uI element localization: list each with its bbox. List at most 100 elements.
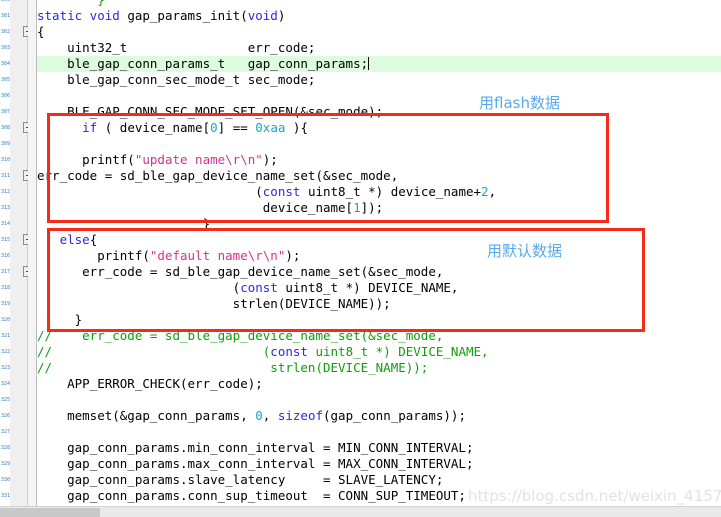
line-number: 317 (1, 269, 10, 275)
code-token-plain: memset(&gap_conn_params, (37, 408, 256, 423)
line-number: 329 (1, 461, 10, 467)
code-token-plain: uint8_t *) DEVICE_NAME, (277, 280, 459, 295)
code-line[interactable]: } (37, 216, 211, 232)
code-line[interactable]: gap_conn_params.conn_sup_timeout = CONN_… (37, 488, 466, 504)
code-token-num: 1 (353, 200, 361, 215)
code-token-plain: APP_ERROR_CHECK(err_code); (37, 376, 263, 391)
code-token-plain: ){ (285, 120, 308, 135)
code-line[interactable]: ble_gap_conn_sec_mode_t sec_mode; (37, 72, 315, 88)
horizontal-scrollbar-thumb[interactable] (0, 508, 100, 517)
code-line[interactable]: APP_ERROR_CHECK(err_code); (37, 376, 263, 392)
code-token-str: "default name\r\n" (149, 248, 286, 263)
line-number: 327 (1, 429, 10, 435)
code-token-plain: ( (37, 280, 241, 295)
code-token-plain: , (488, 184, 497, 199)
code-token-plain: strlen(DEVICE_NAME)); (37, 296, 391, 311)
code-line[interactable]: } (37, 0, 105, 8)
code-line[interactable]: device_name[1]); (37, 200, 383, 216)
code-line[interactable]: (const uint8_t *) DEVICE_NAME, (37, 280, 459, 296)
line-number: 318 (1, 285, 10, 291)
code-line[interactable]: BLE_GAP_CONN_SEC_MODE_SET_OPEN(&sec_mode… (37, 104, 383, 120)
code-token-plain: , (262, 408, 278, 423)
code-token-kw: const (262, 184, 301, 199)
code-line[interactable]: uint32_t err_code; (37, 40, 315, 56)
code-token-plain: } (37, 216, 211, 231)
line-number: 314 (1, 221, 10, 227)
code-line[interactable]: err_code = sd_ble_gap_device_name_set(&s… (37, 264, 443, 280)
line-number: 324 (1, 381, 10, 387)
code-token-kw: else (59, 232, 90, 247)
code-line[interactable]: // err_code = sd_ble_gap_device_name_set… (37, 328, 443, 344)
code-line[interactable]: // strlen(DEVICE_NAME)); (37, 360, 428, 376)
code-line[interactable]: strlen(DEVICE_NAME)); (37, 296, 391, 312)
code-token-plain: (gap_conn_params)); (323, 408, 466, 423)
code-token-plain: BLE_GAP_CONN_SEC_MODE_SET_OPEN(&sec_mode… (37, 104, 384, 119)
code-token-plain: ]); (360, 200, 384, 215)
code-line[interactable]: gap_conn_params.min_conn_interval = MIN_… (37, 440, 473, 456)
code-token-plain: uint32_t err_code; (37, 40, 316, 55)
code-token-plain: ] == (217, 120, 256, 135)
code-folding-gutter[interactable] (10, 0, 34, 517)
code-line[interactable]: } (37, 312, 83, 328)
code-token-kw: void (247, 8, 278, 23)
code-token-plain: ble_gap_conn_sec_mode_t sec_mode; (37, 72, 316, 87)
line-number: 316 (1, 253, 10, 259)
code-token-plain: ( device_name[ (97, 120, 211, 135)
code-token-plain: ( (37, 184, 263, 199)
code-token-plain: err_code = sd_ble_gap_device_name_set(&s… (37, 264, 444, 279)
line-number: 301 (1, 13, 10, 19)
line-number: 322 (1, 349, 10, 355)
line-number: 300 (1, 0, 10, 3)
code-token-plain: ); (285, 248, 301, 263)
code-line[interactable]: // (const uint8_t *) DEVICE_NAME, (37, 344, 489, 360)
line-number: 325 (1, 397, 10, 403)
line-number: 309 (1, 141, 10, 147)
line-number: 310 (1, 157, 10, 163)
code-token-plain: gap_conn_params.max_conn_interval = MAX_… (37, 456, 474, 471)
code-token-plain: uint8_t *) device_name+ (300, 184, 482, 199)
line-number: 308 (1, 125, 10, 131)
line-number: 330 (1, 477, 10, 483)
code-line[interactable]: { (37, 24, 45, 40)
code-text-area[interactable]: }static void gap_params_init(void){ uint… (37, 0, 721, 517)
code-token-kw: const (240, 280, 278, 295)
code-token-plain: { (37, 24, 45, 39)
line-number: 311 (1, 173, 10, 179)
code-token-plain: ble_gap_conn_params_t gap_conn_params; (37, 56, 369, 71)
code-line[interactable]: printf("default name\r\n"); (37, 248, 300, 264)
code-token-cmt: // strlen(DEVICE_NAME)); (37, 360, 429, 375)
line-number: 320 (1, 317, 10, 323)
code-line[interactable]: gap_conn_params.max_conn_interval = MAX_… (37, 456, 474, 472)
line-number: 321 (1, 333, 10, 339)
code-line[interactable]: err_code = sd_ble_gap_device_name_set(&s… (37, 168, 398, 184)
code-token-num: 2 (481, 184, 489, 199)
code-token-kw: const (270, 344, 308, 359)
line-number: 306 (1, 93, 10, 99)
line-number: 304 (1, 61, 10, 67)
code-line[interactable]: else{ (37, 232, 98, 248)
code-token-cmt: uint8_t *) DEVICE_NAME, (307, 344, 489, 359)
line-number: 319 (1, 301, 10, 307)
code-token-cmt: // ( (37, 344, 271, 359)
line-number: 305 (1, 77, 10, 83)
code-token-plain: } (37, 312, 83, 327)
code-line[interactable]: ble_gap_conn_params_t gap_conn_params; (37, 56, 370, 72)
code-line[interactable]: (const uint8_t *) device_name+2, (37, 184, 496, 200)
code-token-plain: ) (277, 8, 286, 23)
watermark-text: https://blog.csdn.net/weixin_41572450 (468, 487, 721, 505)
line-number: 326 (1, 413, 10, 419)
code-token-kw: sizeof (277, 408, 323, 423)
code-line[interactable]: if ( device_name[0] == 0xaa ){ (37, 120, 308, 136)
code-line[interactable]: memset(&gap_conn_params, 0, sizeof(gap_c… (37, 408, 466, 424)
code-line[interactable]: gap_conn_params.slave_latency = SLAVE_LA… (37, 472, 443, 488)
code-token-num: 0 (210, 120, 218, 135)
horizontal-scrollbar-track[interactable] (0, 506, 721, 517)
line-number: 302 (1, 29, 10, 35)
code-token-str: "update name\r\n" (134, 152, 263, 167)
line-number: 303 (1, 45, 10, 51)
code-line[interactable]: static void gap_params_init(void) (37, 8, 285, 24)
code-line[interactable]: printf("update name\r\n"); (37, 152, 278, 168)
annotation-label-default: 用默认数据 (487, 242, 563, 260)
